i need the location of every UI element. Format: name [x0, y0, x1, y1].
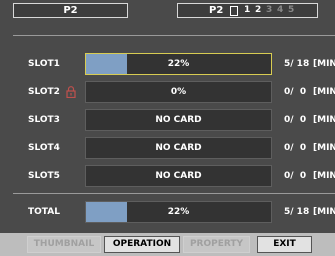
- clip-count: 0/ 0: [284, 115, 307, 125]
- slot-label: SLOT1: [28, 59, 60, 69]
- slot-label: SLOT2: [28, 87, 60, 97]
- slot-status-box: P2 1 2 3 4 5: [177, 3, 318, 18]
- clip-count: 0/ 0: [284, 87, 307, 97]
- capacity-value: NO CARD: [155, 143, 202, 153]
- media-label-box: P2: [13, 3, 128, 18]
- clip-count: 0/ 0: [284, 143, 307, 153]
- slot-label: SLOT3: [28, 115, 60, 125]
- media-label: P2: [63, 5, 78, 16]
- capacity-bar[interactable]: 22%: [85, 53, 272, 75]
- lock-icon: [66, 86, 76, 98]
- tab-operation[interactable]: OPERATION: [104, 236, 180, 253]
- tab-thumbnail[interactable]: THUMBNAIL: [27, 236, 101, 253]
- slot-number-1: 1: [244, 5, 251, 15]
- unit-label: [MIN]: [313, 87, 335, 97]
- unit-label: [MIN]: [313, 171, 335, 181]
- p2-card-icon: [230, 6, 238, 16]
- capacity-value: NO CARD: [155, 115, 202, 125]
- capacity-bar[interactable]: NO CARD: [85, 137, 272, 159]
- slot-label: SLOT4: [28, 143, 60, 153]
- slot-label: SLOT5: [28, 171, 60, 181]
- unit-label: [MIN]: [313, 207, 335, 217]
- exit-button[interactable]: EXIT: [257, 236, 312, 253]
- capacity-bar[interactable]: NO CARD: [85, 109, 272, 131]
- clip-count: 0/ 0: [284, 171, 307, 181]
- capacity-value: 22%: [167, 59, 190, 69]
- capacity-bar[interactable]: NO CARD: [85, 165, 272, 187]
- slot-number-2: 2: [255, 5, 262, 15]
- tab-property[interactable]: PROPERTY: [183, 236, 250, 253]
- unit-label: [MIN]: [313, 143, 335, 153]
- total-label: TOTAL: [28, 207, 60, 217]
- footer-tab-bar: THUMBNAIL OPERATION PROPERTY EXIT: [0, 233, 335, 256]
- clip-count: 5/ 18: [284, 207, 310, 217]
- slot-number-3: 3: [266, 5, 273, 15]
- capacity-value: 0%: [170, 87, 187, 97]
- unit-label: [MIN]: [313, 115, 335, 125]
- capacity-value: NO CARD: [155, 171, 202, 181]
- total-divider: [13, 193, 335, 194]
- clip-count: 5/ 18: [284, 59, 310, 69]
- capacity-bar[interactable]: 0%: [85, 81, 272, 103]
- capacity-screen: P2 P2 1 2 3 4 5 SLOT1 22% 5/ 18 [MIN] SL…: [0, 0, 335, 256]
- slot-number-5: 5: [288, 5, 295, 15]
- capacity-value: 22%: [167, 207, 190, 217]
- total-capacity-bar: 22%: [85, 201, 272, 223]
- card-label: P2: [209, 5, 224, 16]
- top-divider: [13, 35, 335, 36]
- unit-label: [MIN]: [313, 59, 335, 69]
- slot-number-4: 4: [277, 5, 284, 15]
